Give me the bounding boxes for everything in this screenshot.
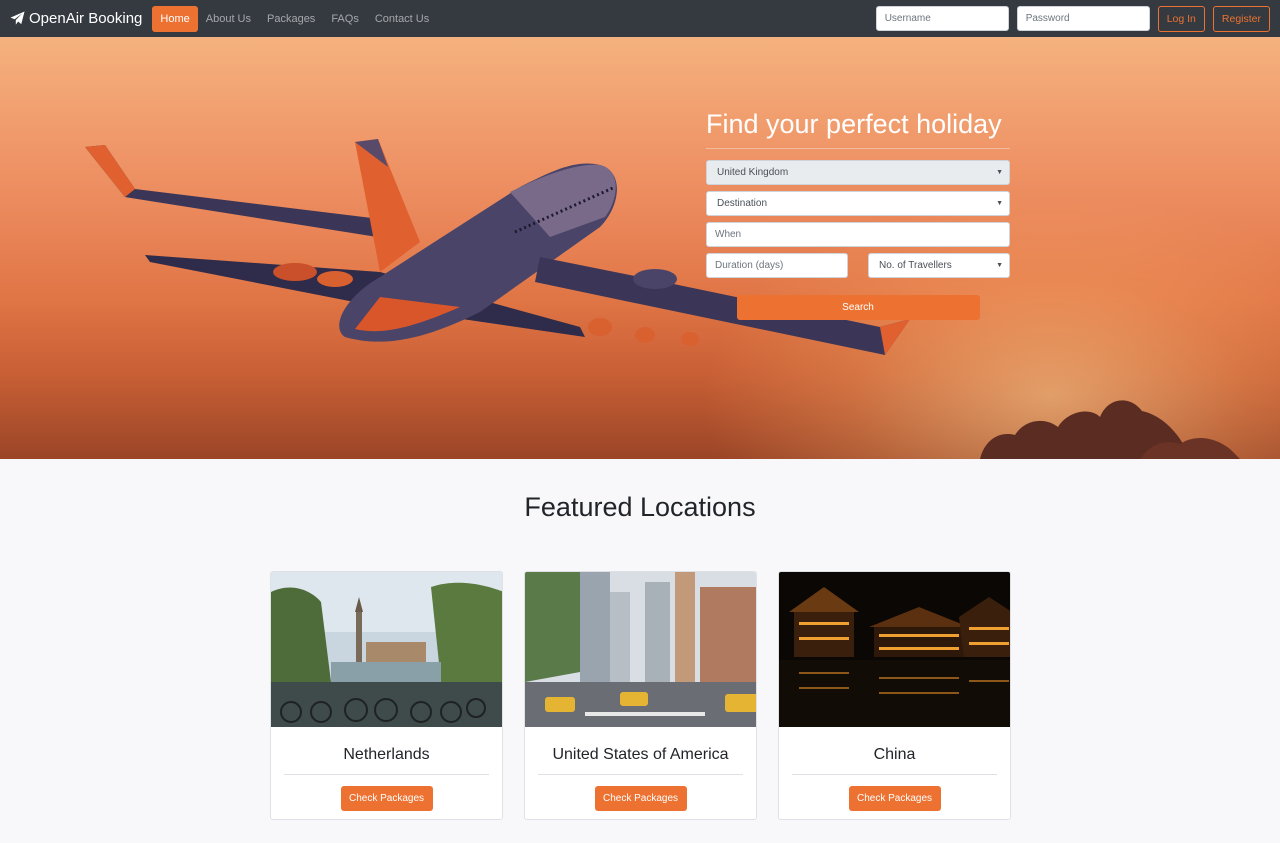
check-packages-button[interactable]: Check Packages (340, 786, 433, 811)
destination-value: Destination (717, 198, 768, 209)
check-packages-button[interactable]: Check Packages (848, 786, 941, 811)
brand-name: OpenAir Booking (29, 10, 143, 27)
nav-about-us[interactable]: About Us (198, 6, 259, 32)
hero-banner: Find your perfect holiday United Kingdom… (0, 37, 1280, 459)
username-input[interactable]: Username (875, 6, 1009, 31)
travellers-select[interactable]: No. of Travellers ▼ (868, 253, 1010, 278)
location-card-usa: United States of America Check Packages (524, 571, 757, 820)
location-card-china: China Check Packages (778, 571, 1011, 820)
nav-home[interactable]: Home (152, 5, 198, 32)
nav-packages[interactable]: Packages (259, 6, 323, 32)
netherlands-image (271, 572, 502, 727)
card-title: China (792, 732, 997, 775)
duration-input[interactable]: Duration (days) (706, 253, 848, 278)
brand-link[interactable]: OpenAir Booking (10, 10, 142, 27)
destination-select[interactable]: Destination ▼ (706, 191, 1010, 216)
featured-cards: Netherlands Check Packages United States… (270, 571, 1011, 820)
origin-select[interactable]: United Kingdom ▼ (706, 160, 1010, 185)
caret-down-icon: ▼ (996, 200, 1003, 207)
card-title: United States of America (538, 732, 743, 775)
register-button[interactable]: Register (1212, 5, 1270, 32)
origin-value: United Kingdom (717, 167, 789, 178)
search-title: Find your perfect holiday (706, 109, 1010, 149)
caret-down-icon: ▼ (996, 262, 1003, 269)
usa-image (525, 572, 756, 727)
search-button[interactable]: Search (736, 295, 980, 320)
location-card-netherlands: Netherlands Check Packages (270, 571, 503, 820)
when-input[interactable]: When (706, 222, 1010, 247)
featured-locations-heading: Featured Locations (524, 492, 756, 522)
paper-plane-icon (10, 11, 25, 25)
nav-contact-us[interactable]: Contact Us (367, 6, 437, 32)
china-image (779, 572, 1010, 727)
password-input[interactable]: Password (1016, 6, 1150, 31)
card-title: Netherlands (284, 732, 489, 775)
holiday-search-form: Find your perfect holiday United Kingdom… (706, 109, 1010, 320)
check-packages-button[interactable]: Check Packages (594, 786, 687, 811)
caret-down-icon: ▼ (996, 169, 1003, 176)
nav-faqs[interactable]: FAQs (323, 6, 367, 32)
top-navbar: OpenAir Booking Home About Us Packages F… (0, 0, 1280, 37)
login-button[interactable]: Log In (1157, 5, 1205, 32)
travellers-value: No. of Travellers (879, 260, 952, 271)
